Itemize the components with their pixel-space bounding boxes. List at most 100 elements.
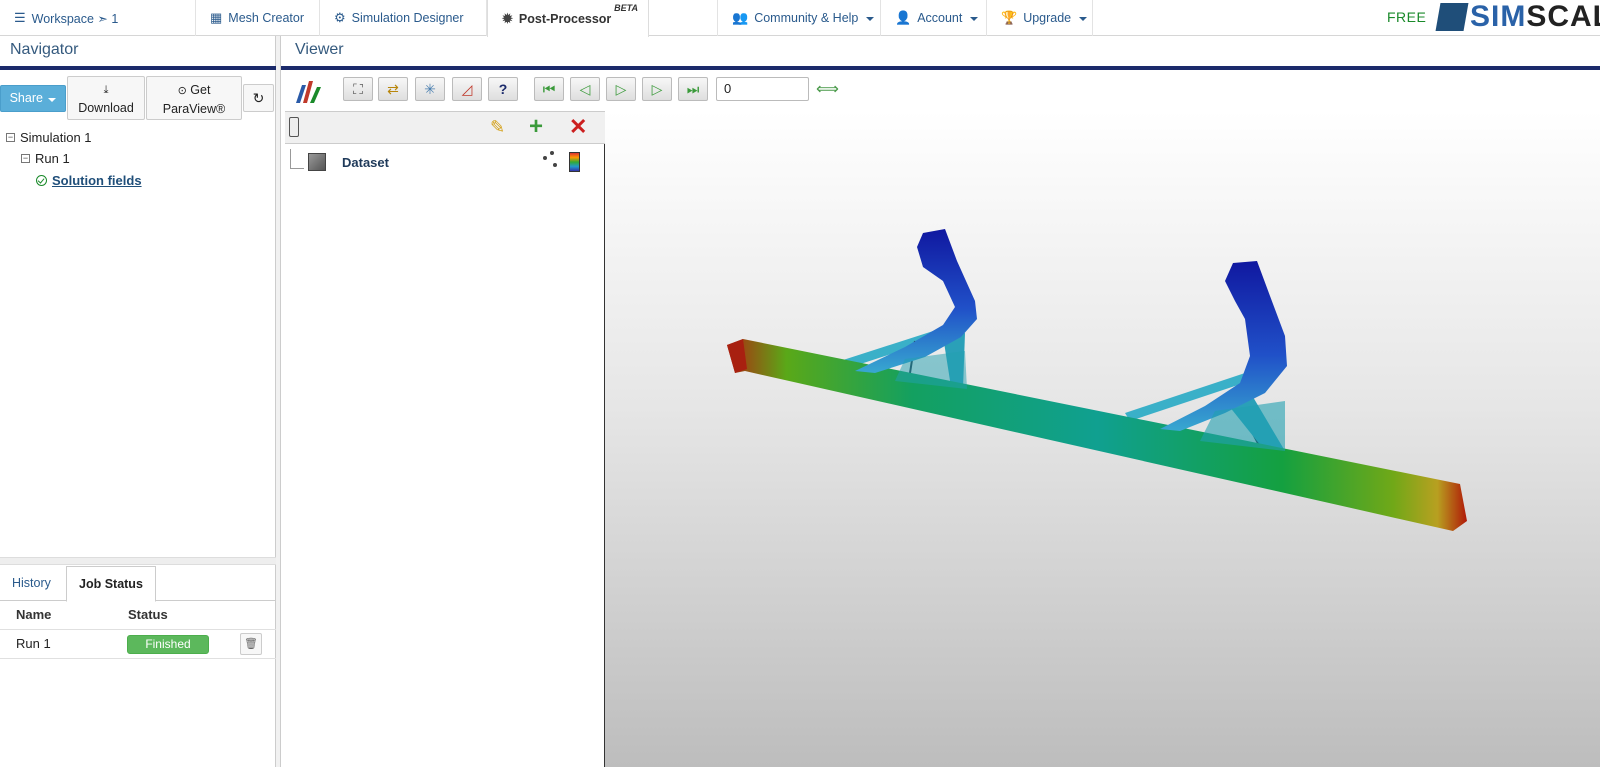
navigator-accent-bar xyxy=(0,66,276,70)
close-icon: ✕ xyxy=(569,114,588,139)
workspace-icon: ☰ xyxy=(14,10,26,25)
render-view[interactable] xyxy=(605,111,1600,767)
tree-node-run[interactable]: − Run 1 xyxy=(21,151,70,166)
last-frame-icon: ⏭ xyxy=(686,80,700,97)
viewer-title: Viewer xyxy=(295,41,344,58)
play-button[interactable]: ▷ xyxy=(606,77,636,101)
community-help-label: Community & Help xyxy=(754,11,859,25)
remove-button[interactable]: ✕ xyxy=(569,114,587,140)
tab-mesh-creator-label: Mesh Creator xyxy=(228,11,305,25)
dataset-label: Dataset xyxy=(342,155,389,170)
column-header-status: Status xyxy=(128,607,168,622)
upgrade-menu[interactable]: 🏆 Upgrade xyxy=(987,0,1093,36)
next-frame-button[interactable]: ▷ xyxy=(642,77,672,101)
community-help-menu[interactable]: 👥 Community & Help xyxy=(717,0,881,36)
color-map-icon[interactable] xyxy=(569,152,580,172)
download-icon: ⤓ xyxy=(103,84,109,96)
center-icon: ✳ xyxy=(424,80,436,97)
chevron-down-icon xyxy=(1079,17,1088,21)
chevron-down-icon xyxy=(866,17,875,21)
user-icon: 👤 xyxy=(895,10,912,25)
pipeline-toolbar: ✎ + ✕ xyxy=(285,111,605,144)
help-button[interactable]: ? xyxy=(488,77,518,101)
trophy-icon: 🏆 xyxy=(1001,10,1018,25)
collapse-icon[interactable]: − xyxy=(21,154,30,163)
tab-simulation-designer[interactable]: ⚙ Simulation Designer xyxy=(320,0,487,36)
panel-splitter[interactable] xyxy=(0,557,276,565)
points-icon[interactable] xyxy=(543,151,561,171)
help-icon: ? xyxy=(498,81,508,97)
orientation-button[interactable]: ⇄ xyxy=(378,77,408,101)
job-name: Run 1 xyxy=(16,636,51,651)
add-button[interactable]: + xyxy=(529,113,543,141)
tree-node-simulation[interactable]: − Simulation 1 xyxy=(6,130,92,145)
frame-number-input[interactable]: 0 xyxy=(716,77,809,101)
tree-node-solution-fields[interactable]: Solution fields xyxy=(36,173,142,188)
table-row[interactable]: Run 1 Finished 🗑 xyxy=(0,629,276,659)
first-frame-button[interactable]: ⏮ xyxy=(534,77,564,101)
tab-history-label: History xyxy=(12,576,51,590)
refresh-icon: ↻ xyxy=(252,90,265,106)
gears-icon: ⚙ xyxy=(334,10,346,25)
simscale-logo-mark xyxy=(1435,3,1469,31)
previous-frame-icon: ◁ xyxy=(579,80,591,97)
download-label: Download xyxy=(78,101,134,115)
account-label: Account xyxy=(917,11,963,25)
share-label: Share xyxy=(9,91,43,105)
grid-icon: ▦ xyxy=(210,10,223,25)
tab-post-processor-label: Post-Processor xyxy=(518,11,612,26)
last-frame-button[interactable]: ⏭ xyxy=(678,77,708,101)
tab-workspace-label: Workspace ➣ 1 xyxy=(31,11,119,26)
paraview-logo-icon xyxy=(294,79,324,105)
beta-badge: BETA xyxy=(614,3,638,13)
viewer-accent-bar xyxy=(281,66,1600,70)
delete-job-button[interactable]: 🗑 xyxy=(240,633,262,655)
reset-camera-icon: ⛶ xyxy=(353,80,363,97)
first-frame-icon: ⏮ xyxy=(542,80,556,97)
account-menu[interactable]: 👤 Account xyxy=(881,0,987,36)
tab-job-status[interactable]: Job Status xyxy=(66,566,156,602)
column-resize-handle[interactable] xyxy=(276,36,281,767)
reset-camera-button[interactable]: ⛶ xyxy=(343,77,373,101)
logo-scale: SCALE xyxy=(1526,0,1600,33)
fit-width-icon[interactable]: ⟺ xyxy=(816,79,840,101)
next-frame-icon: ▷ xyxy=(651,80,663,97)
edit-button[interactable]: ✎ xyxy=(490,117,505,138)
simscale-logo[interactable]: SIMSCALE xyxy=(1435,0,1600,33)
download-button[interactable]: ⤓ Download xyxy=(67,76,145,120)
beam-result-model xyxy=(727,229,1467,531)
previous-frame-button[interactable]: ◁ xyxy=(570,77,600,101)
tab-mesh-creator[interactable]: ▦ Mesh Creator xyxy=(196,0,320,36)
get-paraview-button[interactable]: ⊙ Get ParaView® xyxy=(146,76,242,120)
solution-fields-link[interactable]: Solution fields xyxy=(52,173,142,188)
collapse-icon[interactable]: − xyxy=(6,133,15,142)
axes-icon: ⇄ xyxy=(387,80,399,97)
column-header-name: Name xyxy=(16,607,52,622)
dataset-cube-icon xyxy=(308,153,326,171)
users-icon: 👥 xyxy=(732,10,749,25)
pencil-icon: ✎ xyxy=(490,117,506,137)
device-icon[interactable] xyxy=(289,117,299,137)
tree-node-label: Run 1 xyxy=(35,151,70,166)
ruler-icon: ◿ xyxy=(461,80,473,97)
tree-node-label: Simulation 1 xyxy=(20,130,92,145)
gear-icon: ✹ xyxy=(502,10,513,26)
top-navigation: ☰ Workspace ➣ 1 ▦ Mesh Creator ⚙ Simulat… xyxy=(0,0,1600,37)
plus-icon: + xyxy=(529,113,544,140)
center-rotation-button[interactable]: ✳ xyxy=(415,77,445,101)
tab-history[interactable]: History xyxy=(0,566,63,601)
pipeline-item-dataset[interactable]: Dataset xyxy=(285,147,605,175)
chevron-down-icon xyxy=(48,98,57,102)
logo-sim: SIM xyxy=(1470,0,1527,33)
refresh-button[interactable]: ↻ xyxy=(243,84,274,112)
check-circle-icon xyxy=(36,175,47,186)
share-button[interactable]: Share xyxy=(0,85,66,112)
chevron-down-icon xyxy=(970,17,979,21)
download-circle-icon: ⊙ xyxy=(177,85,187,97)
tab-simulation-designer-label: Simulation Designer xyxy=(351,11,464,25)
measure-button[interactable]: ◿ xyxy=(452,77,482,101)
tab-post-processor[interactable]: ✹ Post-Processor BETA xyxy=(487,0,649,37)
navigator-panel: Navigator Share ⤓ Download ⊙ Get ParaVie… xyxy=(0,36,276,767)
tab-workspace[interactable]: ☰ Workspace ➣ 1 xyxy=(0,0,196,36)
tab-job-status-label: Job Status xyxy=(79,577,143,591)
